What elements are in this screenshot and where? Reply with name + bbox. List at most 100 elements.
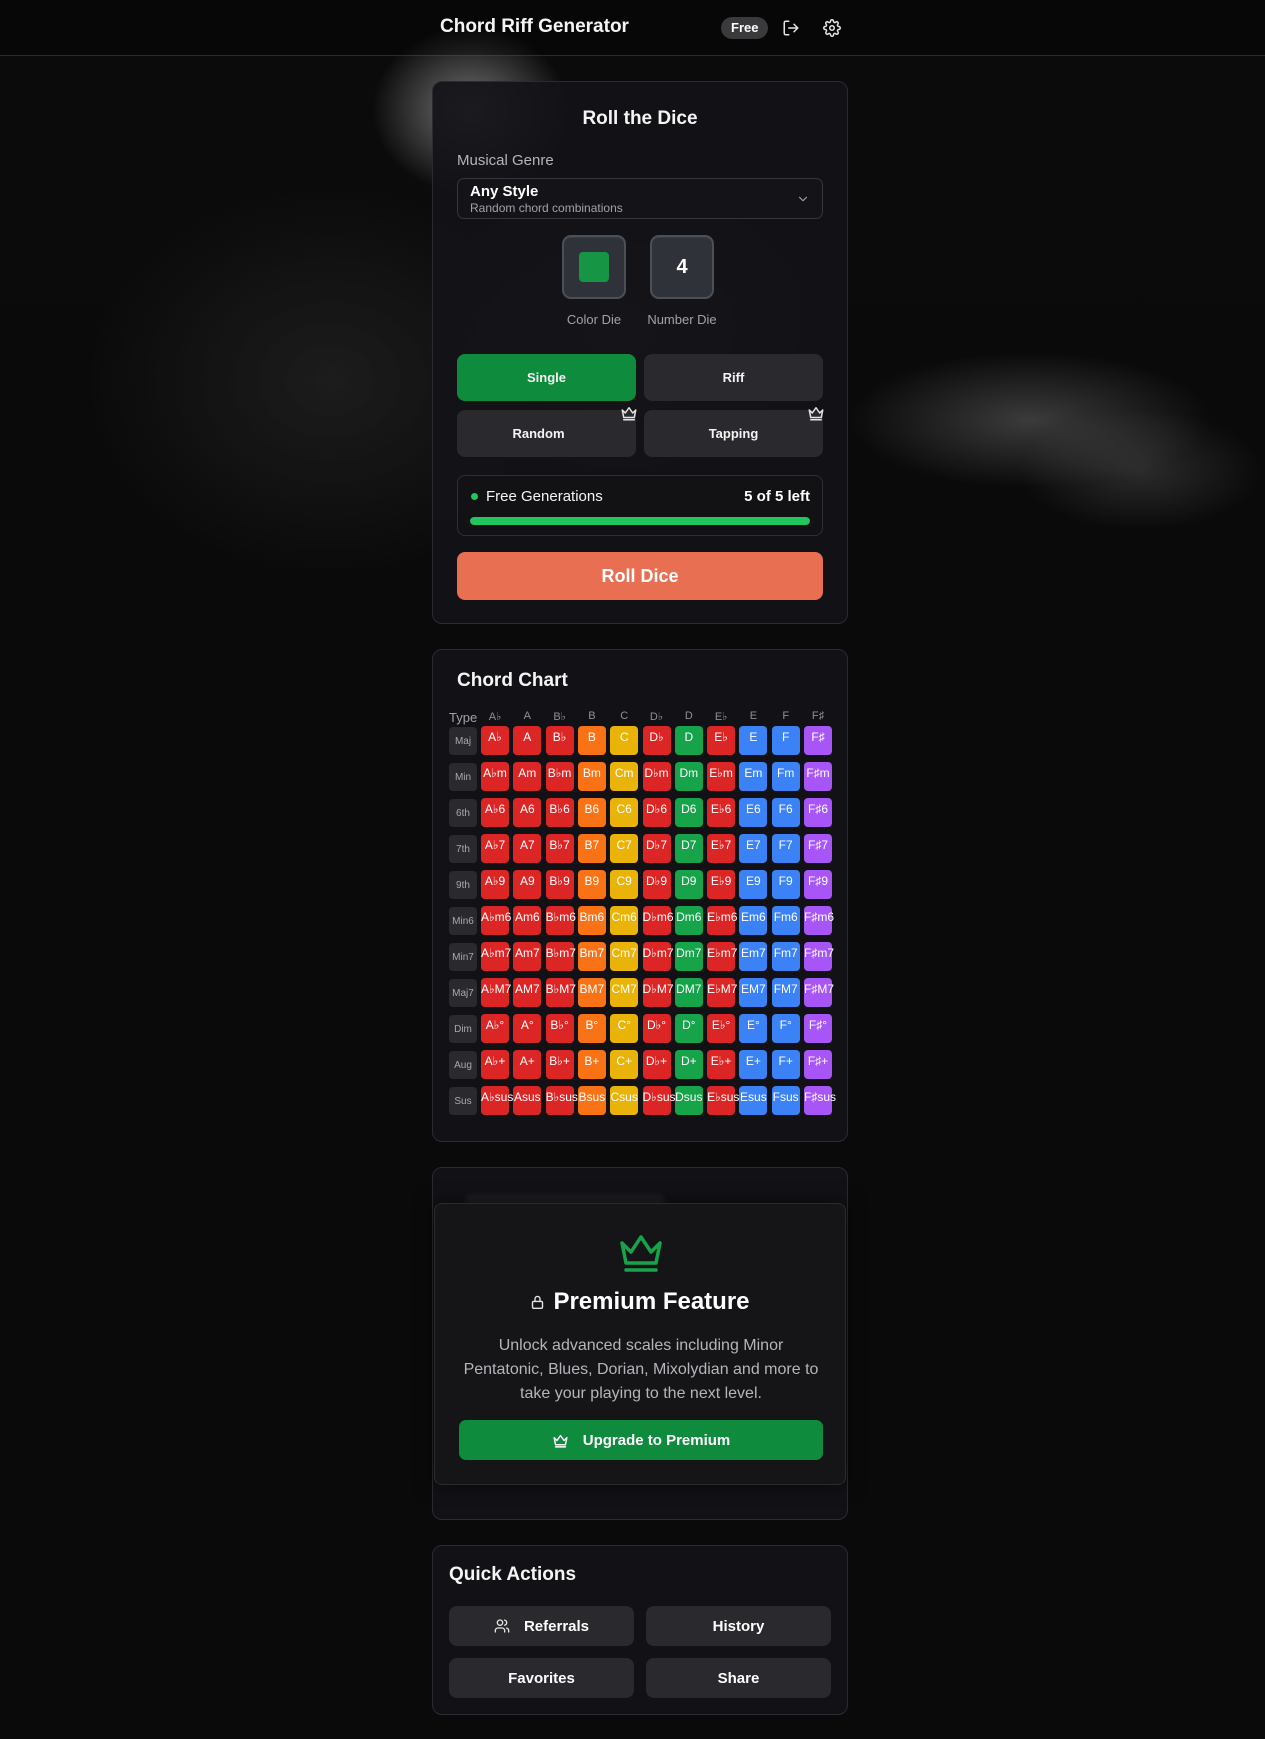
mode-random-button[interactable]: Random bbox=[457, 407, 637, 457]
chord-cell[interactable]: C+ bbox=[610, 1050, 639, 1079]
chord-cell[interactable]: F♯9 bbox=[804, 870, 832, 899]
number-die[interactable]: 4 bbox=[650, 235, 714, 299]
chord-cell[interactable]: D♭9 bbox=[642, 870, 671, 899]
chord-cell[interactable]: E♭m6 bbox=[707, 906, 737, 935]
chord-cell[interactable]: D+ bbox=[674, 1050, 703, 1079]
chord-cell[interactable]: E7 bbox=[739, 834, 768, 863]
chord-cell[interactable]: F♯m6 bbox=[804, 906, 834, 935]
chord-cell[interactable]: D♭+ bbox=[642, 1050, 671, 1079]
chord-cell[interactable]: B6 bbox=[577, 798, 606, 827]
share-button[interactable]: Share bbox=[646, 1658, 831, 1698]
chord-cell[interactable]: F6 bbox=[771, 798, 800, 827]
chord-cell[interactable]: EM7 bbox=[739, 978, 768, 1007]
history-button[interactable]: History bbox=[646, 1606, 831, 1646]
chord-cell[interactable]: A7 bbox=[513, 834, 542, 863]
chord-cell[interactable]: E bbox=[739, 726, 768, 755]
chord-cell[interactable]: BM7 bbox=[577, 978, 606, 1007]
chord-cell[interactable]: D♭m7 bbox=[642, 942, 674, 971]
chord-cell[interactable]: A♭° bbox=[481, 1014, 509, 1043]
chord-cell[interactable]: E♭m7 bbox=[707, 942, 737, 971]
chord-cell[interactable]: A♭m6 bbox=[481, 906, 511, 935]
chord-cell[interactable]: F+ bbox=[771, 1050, 800, 1079]
chord-cell[interactable]: Em7 bbox=[739, 942, 768, 971]
chord-cell[interactable]: A♭sus bbox=[481, 1086, 513, 1115]
chord-cell[interactable]: D♭sus bbox=[642, 1086, 676, 1115]
chord-cell[interactable]: Dm bbox=[674, 762, 703, 791]
chord-cell[interactable]: Bm7 bbox=[577, 942, 606, 971]
chord-cell[interactable]: F9 bbox=[771, 870, 800, 899]
chord-cell[interactable]: A9 bbox=[513, 870, 542, 899]
chord-cell[interactable]: F bbox=[771, 726, 800, 755]
chord-cell[interactable]: Esus bbox=[739, 1086, 768, 1115]
chord-cell[interactable]: D bbox=[674, 726, 703, 755]
chord-cell[interactable]: B♭° bbox=[545, 1014, 574, 1043]
chord-cell[interactable]: E♭6 bbox=[707, 798, 736, 827]
chord-cell[interactable]: A+ bbox=[513, 1050, 542, 1079]
settings-button[interactable] bbox=[821, 17, 843, 39]
chord-cell[interactable]: Fm6 bbox=[771, 906, 800, 935]
chord-cell[interactable]: B♭ bbox=[545, 726, 574, 755]
mode-riff-button[interactable]: Riff bbox=[644, 354, 823, 401]
chord-cell[interactable]: A♭7 bbox=[481, 834, 509, 863]
chord-cell[interactable]: F♯m bbox=[804, 762, 832, 791]
mode-single-button[interactable]: Single bbox=[457, 354, 636, 401]
chord-cell[interactable]: A♭+ bbox=[481, 1050, 509, 1079]
chord-cell[interactable]: F° bbox=[771, 1014, 800, 1043]
chord-cell[interactable]: FM7 bbox=[771, 978, 800, 1007]
chord-cell[interactable]: B♭+ bbox=[545, 1050, 574, 1079]
chord-cell[interactable]: B♭sus bbox=[545, 1086, 578, 1115]
chord-cell[interactable]: DM7 bbox=[674, 978, 703, 1007]
chord-cell[interactable]: B♭m6 bbox=[545, 906, 576, 935]
chord-cell[interactable]: Dm7 bbox=[674, 942, 703, 971]
chord-cell[interactable]: B+ bbox=[577, 1050, 606, 1079]
chord-cell[interactable]: E9 bbox=[739, 870, 768, 899]
chord-cell[interactable]: AM7 bbox=[513, 978, 542, 1007]
chord-cell[interactable]: D7 bbox=[674, 834, 703, 863]
chord-cell[interactable]: E♭° bbox=[707, 1014, 736, 1043]
mode-tapping-button[interactable]: Tapping bbox=[644, 407, 824, 457]
chord-cell[interactable]: D♭7 bbox=[642, 834, 671, 863]
chord-cell[interactable]: Csus bbox=[610, 1086, 639, 1115]
chord-cell[interactable]: D♭m6 bbox=[642, 906, 674, 935]
chord-cell[interactable]: B7 bbox=[577, 834, 606, 863]
chord-cell[interactable]: Bm bbox=[577, 762, 606, 791]
chord-cell[interactable]: E♭M7 bbox=[707, 978, 737, 1007]
chord-cell[interactable]: B♭M7 bbox=[545, 978, 576, 1007]
chord-cell[interactable]: Em6 bbox=[739, 906, 768, 935]
roll-dice-button[interactable]: Roll Dice bbox=[457, 552, 823, 600]
chord-cell[interactable]: Cm6 bbox=[610, 906, 639, 935]
chord-cell[interactable]: E6 bbox=[739, 798, 768, 827]
chord-cell[interactable]: Fm bbox=[771, 762, 800, 791]
chord-cell[interactable]: Dm6 bbox=[674, 906, 703, 935]
chord-cell[interactable]: F♯ bbox=[804, 726, 832, 755]
chord-cell[interactable]: Asus bbox=[513, 1086, 542, 1115]
chord-cell[interactable]: B♭m7 bbox=[545, 942, 576, 971]
chord-cell[interactable]: F♯M7 bbox=[804, 978, 834, 1007]
chord-cell[interactable]: Am7 bbox=[513, 942, 542, 971]
chord-cell[interactable]: C7 bbox=[610, 834, 639, 863]
chord-cell[interactable]: C6 bbox=[610, 798, 639, 827]
chord-cell[interactable]: A♭m7 bbox=[481, 942, 511, 971]
color-die[interactable] bbox=[562, 235, 626, 299]
upgrade-to-premium-button[interactable]: Upgrade to Premium bbox=[459, 1420, 823, 1460]
chord-cell[interactable]: E♭9 bbox=[707, 870, 736, 899]
chord-cell[interactable]: E♭sus bbox=[707, 1086, 739, 1115]
chord-cell[interactable]: E° bbox=[739, 1014, 768, 1043]
chord-cell[interactable]: D♭6 bbox=[642, 798, 671, 827]
chord-cell[interactable]: A♭6 bbox=[481, 798, 509, 827]
chord-cell[interactable]: F♯6 bbox=[804, 798, 832, 827]
chord-cell[interactable]: C° bbox=[610, 1014, 639, 1043]
chord-cell[interactable]: B♭7 bbox=[545, 834, 574, 863]
chord-cell[interactable]: Am6 bbox=[513, 906, 542, 935]
chord-cell[interactable]: E♭ bbox=[707, 726, 736, 755]
chord-cell[interactable]: F♯° bbox=[804, 1014, 832, 1043]
chord-cell[interactable]: Dsus bbox=[674, 1086, 703, 1115]
chord-cell[interactable]: F♯7 bbox=[804, 834, 832, 863]
favorites-button[interactable]: Favorites bbox=[449, 1658, 634, 1698]
logout-button[interactable] bbox=[780, 17, 802, 39]
chord-cell[interactable]: A♭9 bbox=[481, 870, 509, 899]
chord-cell[interactable]: D♭M7 bbox=[642, 978, 674, 1007]
chord-cell[interactable]: C9 bbox=[610, 870, 639, 899]
chord-cell[interactable]: B bbox=[577, 726, 606, 755]
chord-cell[interactable]: D° bbox=[674, 1014, 703, 1043]
